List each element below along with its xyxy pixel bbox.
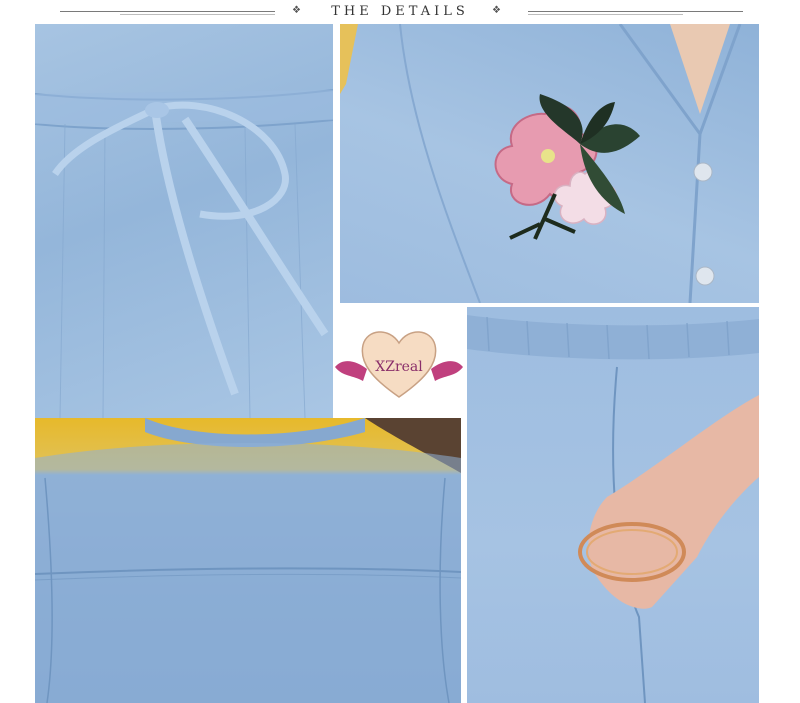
ornament-icon: ❖ [292,5,301,16]
divider-line [120,14,275,15]
logo-text: XZreal [375,359,423,375]
brand-logo: XZreal [333,305,465,417]
divider-line [528,11,743,12]
ornament-icon: ❖ [492,5,501,16]
divider-line [60,11,275,12]
section-title: THE DETAILS [331,4,469,19]
divider-line [528,14,683,15]
photo-back-yoke [35,418,461,703]
photo-embroidery-neckline [340,24,759,303]
section-header: ❖ THE DETAILS ❖ [0,0,800,24]
photo-side-pocket [467,307,759,703]
photo-drawstring-waist [35,24,333,418]
